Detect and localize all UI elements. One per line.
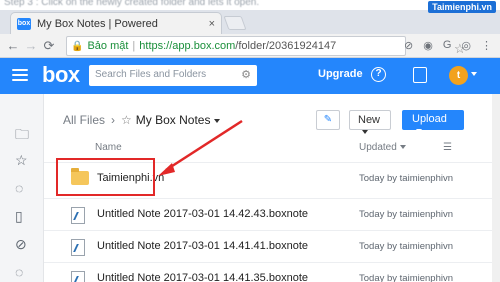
column-updated[interactable]: Updated	[359, 142, 406, 153]
table-row[interactable]: Untitled Note 2017-03-01 14.41.41.boxnot…	[44, 230, 500, 262]
table-row[interactable]: Untitled Note 2017-03-01 14.41.35.boxnot…	[44, 262, 500, 282]
row-name[interactable]: Untitled Note 2017-03-01 14.41.41.boxnot…	[97, 240, 308, 252]
watermark-logo: Taimienphi.vn	[428, 1, 496, 13]
folder-icon[interactable]: 🗀	[15, 124, 29, 148]
avatar[interactable]: t	[449, 66, 468, 85]
row-updated: Today by taimienphivn	[359, 173, 453, 184]
sort-caret-icon	[399, 145, 406, 150]
row-name[interactable]: Untitled Note 2017-03-01 14.42.43.boxnot…	[97, 208, 308, 220]
extension-icon[interactable]: ◉	[423, 39, 433, 52]
address-divider: |	[132, 40, 136, 52]
chevron-down-icon[interactable]	[471, 72, 477, 76]
box-header: box Search Files and Folders ⚙ Upgrade ?…	[0, 58, 500, 94]
browser-tab-bar: box My Box Notes | Powered ×	[0, 10, 500, 34]
left-nav-rail: 🗀 ☆ ◌ ▯ ⊘ ◌	[0, 94, 44, 282]
breadcrumb-separator: ›	[111, 113, 116, 127]
upload-button-label: Upload	[412, 113, 447, 125]
boxnote-icon	[71, 271, 85, 282]
search-input[interactable]: Search Files and Folders ⚙	[89, 65, 257, 86]
breadcrumb: All Files › ☆ My Box Notes	[63, 113, 221, 127]
browser-tab[interactable]: box My Box Notes | Powered ×	[10, 12, 222, 34]
row-updated: Today by taimienphivn	[359, 241, 453, 252]
address-bar[interactable]: 🔒 Bảo mật | https://app.box.com/folder/2…	[66, 36, 466, 56]
new-button-label: New	[358, 114, 381, 126]
tab-close-icon[interactable]: ×	[209, 18, 215, 30]
extension-icons: ⊘ ◉ G ◎ ⋮	[404, 39, 492, 52]
more-icon[interactable]: ◌	[15, 264, 23, 280]
new-button[interactable]: New	[349, 110, 391, 135]
tab-title: My Box Notes | Powered	[37, 17, 158, 30]
instruction-text: Step 3 : Click on the newly created fold…	[4, 0, 260, 8]
extension-icon[interactable]: ◎	[461, 39, 471, 52]
list-view-icon[interactable]: ☰	[443, 142, 452, 153]
chevron-down-icon[interactable]	[214, 118, 221, 123]
extension-icon[interactable]: ⊘	[404, 39, 413, 52]
column-headers: Name Updated ☰	[44, 140, 500, 158]
boxnote-icon	[71, 207, 85, 224]
boxnote-icon	[71, 239, 85, 256]
breadcrumb-current[interactable]: My Box Notes	[136, 113, 211, 127]
help-icon[interactable]: ?	[371, 67, 386, 82]
highlight-box	[56, 158, 155, 196]
link-icon[interactable]: ⊘	[15, 236, 27, 253]
reload-icon[interactable]: ⟳	[40, 38, 58, 54]
box-logo[interactable]: box	[42, 62, 80, 88]
lock-icon: 🔒	[71, 40, 84, 52]
scrollbar[interactable]	[492, 94, 500, 282]
secure-label: Bảo mật	[87, 40, 129, 52]
search-placeholder: Search Files and Folders	[95, 69, 207, 80]
check-circle-icon[interactable]: ◌	[15, 180, 23, 196]
row-updated: Today by taimienphivn	[359, 209, 453, 220]
url-host: https://app.box.com	[139, 40, 236, 52]
menu-kebab-icon[interactable]: ⋮	[481, 39, 492, 52]
box-favicon-icon: box	[17, 17, 31, 30]
upload-button[interactable]: Upload	[402, 110, 464, 134]
new-tab-button[interactable]	[223, 16, 247, 30]
row-name[interactable]: Untitled Note 2017-03-01 14.41.35.boxnot…	[97, 272, 308, 282]
url-path: /folder/20361924147	[235, 40, 337, 52]
star-icon[interactable]: ☆	[121, 113, 132, 127]
notifications-icon[interactable]	[413, 67, 427, 83]
search-filter-icon[interactable]: ⚙	[241, 68, 251, 81]
column-name[interactable]: Name	[95, 142, 122, 153]
forward-arrow-icon[interactable]: →	[22, 38, 40, 53]
row-updated: Today by taimienphivn	[359, 273, 453, 282]
upgrade-button[interactable]: Upgrade	[318, 68, 363, 80]
browser-toolbar: ← → ⟳ 🔒 Bảo mật | https://app.box.com/fo…	[0, 34, 500, 58]
back-arrow-icon[interactable]: ←	[4, 38, 22, 53]
chevron-down-icon	[416, 129, 422, 134]
star-icon[interactable]: ☆	[15, 152, 28, 169]
trash-icon[interactable]: ▯	[15, 208, 23, 225]
column-updated-label: Updated	[359, 142, 397, 153]
table-row[interactable]: Untitled Note 2017-03-01 14.42.43.boxnot…	[44, 198, 500, 230]
chevron-down-icon	[362, 130, 368, 135]
hamburger-menu-icon[interactable]	[12, 69, 28, 83]
breadcrumb-all-files[interactable]: All Files	[63, 113, 105, 127]
instruction-strip: Step 3 : Click on the newly created fold…	[0, 0, 500, 10]
box-notes-button[interactable]: ✎	[316, 110, 340, 130]
translate-icon[interactable]: G	[443, 39, 452, 52]
url-text: https://app.box.com/folder/20361924147	[139, 40, 336, 52]
